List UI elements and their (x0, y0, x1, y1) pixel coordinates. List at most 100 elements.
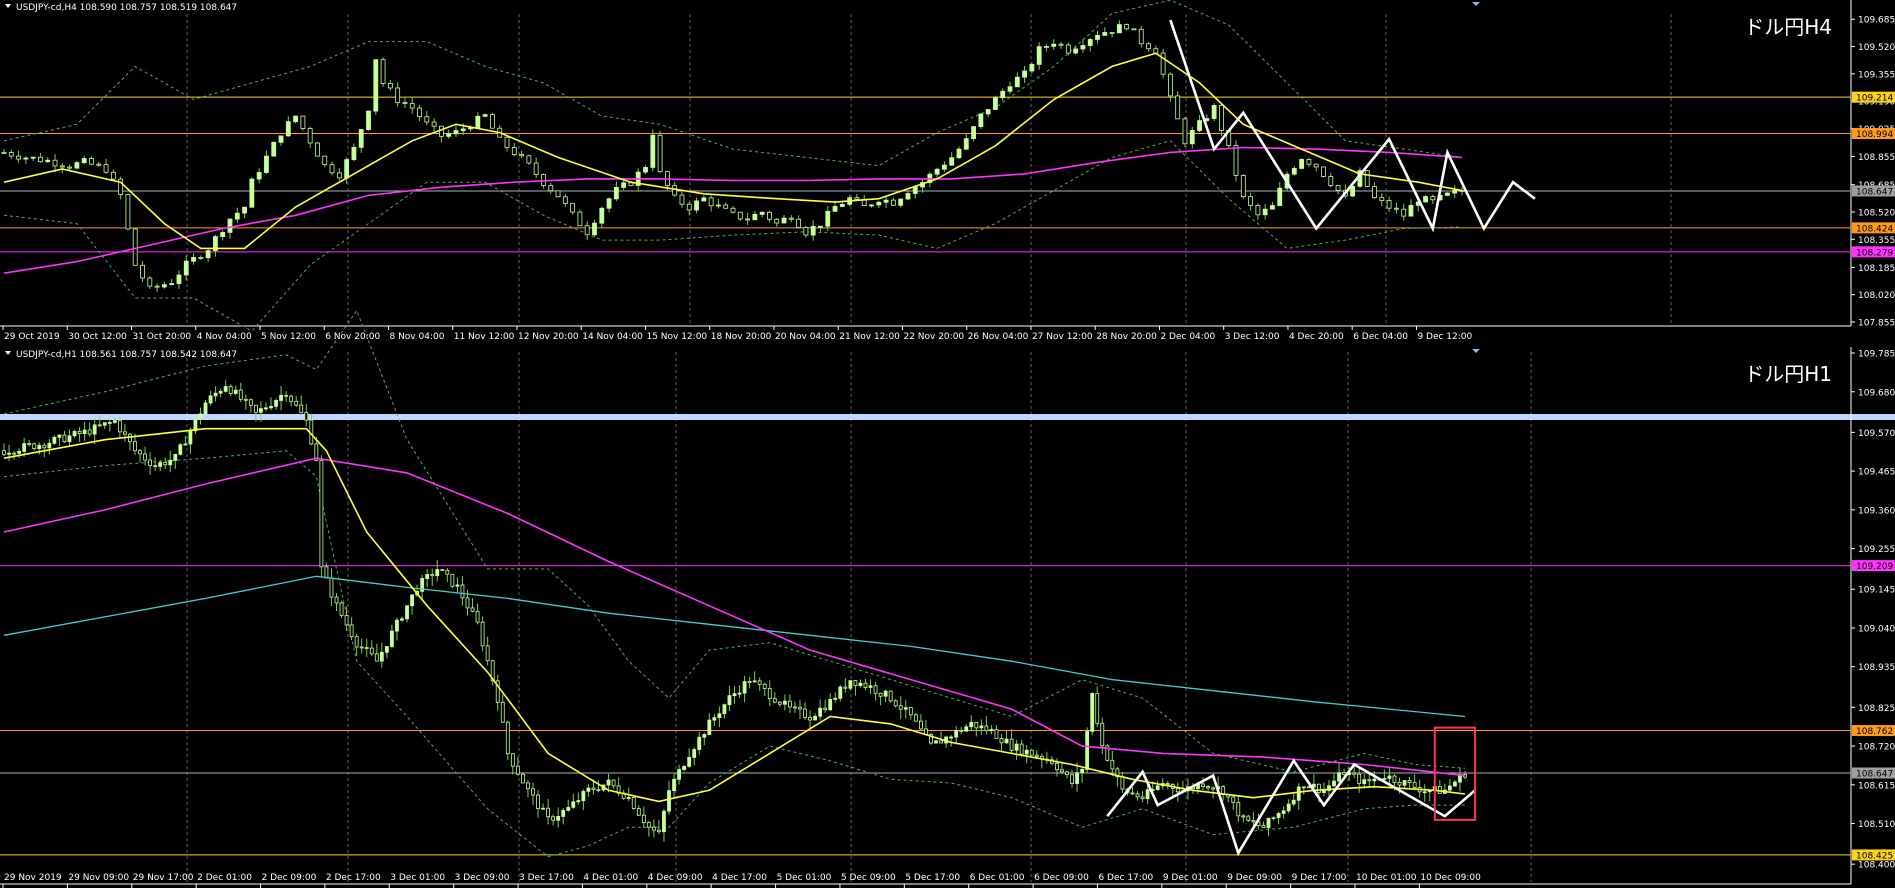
candle-body (657, 134, 663, 173)
candle-body (1233, 145, 1239, 176)
candle-body (358, 129, 364, 148)
candle-body (1231, 796, 1236, 803)
candle-body (1060, 769, 1064, 773)
candle-body (1044, 45, 1049, 48)
candle-body (395, 87, 401, 103)
candle-body (238, 389, 243, 400)
y-tick-label: 108.020 (1858, 291, 1895, 301)
candle-body (813, 715, 818, 721)
candle-body (1362, 779, 1367, 784)
candle-body (191, 257, 196, 262)
x-tick-label: 11 Nov 12:00 (454, 332, 515, 342)
candle-body (994, 729, 999, 739)
candle-body (1160, 52, 1166, 75)
symbol-header: USDJPY-cd,H4 108.590 108.757 108.519 108… (16, 3, 237, 13)
candle-body (752, 680, 757, 683)
candle-body (533, 162, 539, 175)
candle-body (72, 430, 77, 437)
candle-body (905, 193, 911, 200)
candle-body (1155, 785, 1160, 790)
candle-body (1095, 34, 1100, 40)
candle-body (1317, 783, 1321, 793)
candle-body (1131, 28, 1137, 31)
y-tick-label: 109.255 (1858, 545, 1895, 555)
candle-body (912, 186, 918, 194)
candle-body (591, 787, 596, 791)
level-tag-label: 108.647 (1856, 769, 1893, 779)
candle-body (52, 436, 57, 444)
candle-body (954, 729, 959, 738)
candle-body (592, 222, 597, 236)
level-tag-label: 109.214 (1856, 94, 1893, 104)
x-tick-label: 3 Dec 09:00 (455, 873, 510, 883)
candle-body (974, 722, 979, 729)
candle-body (289, 395, 294, 402)
candle-body (147, 277, 153, 287)
candle-body (188, 430, 193, 445)
candle-body (677, 769, 681, 780)
candle-body (173, 453, 178, 461)
candle-body (1241, 815, 1246, 818)
candle-body (747, 681, 752, 683)
candle-body (723, 204, 729, 209)
candle-body (730, 207, 736, 213)
candle-body (1364, 170, 1370, 187)
candle-body (1080, 45, 1086, 50)
candle-body (1281, 810, 1286, 814)
candle-body (546, 807, 550, 818)
candle-body (697, 736, 702, 750)
candle-body (334, 596, 339, 604)
candle-body (17, 451, 22, 454)
candle-body (460, 128, 466, 131)
candle-body (178, 444, 183, 455)
candle-body (395, 619, 399, 632)
candle-body (1379, 197, 1385, 201)
candle-body (465, 597, 470, 609)
candle-body (657, 829, 661, 833)
candle-body (1058, 43, 1064, 46)
candle-body (1407, 780, 1412, 783)
candle-body (878, 692, 883, 697)
y-tick-label: 109.360 (1858, 506, 1895, 516)
candle-body (793, 706, 797, 709)
candle-body (752, 213, 758, 221)
x-tick-label: 3 Dec 01:00 (390, 873, 445, 883)
candle-body (1087, 39, 1093, 46)
candle-body (893, 700, 898, 707)
y-tick-label: 109.145 (1858, 586, 1895, 596)
candle-body (1130, 792, 1135, 795)
candle-body (279, 394, 283, 401)
y-tick-label: 107.855 (1858, 319, 1895, 329)
candle-body (519, 154, 524, 157)
candle-body (1120, 776, 1125, 790)
candle-body (956, 148, 962, 159)
candle-body (205, 250, 211, 259)
candle-body (293, 115, 299, 123)
candle-body (692, 749, 697, 758)
candle-body (475, 610, 480, 623)
candle-body (511, 147, 517, 155)
x-tick-label: 6 Nov 20:00 (325, 332, 380, 342)
candle-body (682, 766, 687, 770)
candle-body (264, 155, 269, 173)
candle-body (339, 602, 344, 616)
candle-body (570, 203, 576, 213)
candle-body (475, 115, 481, 129)
panel-separator[interactable] (0, 414, 1895, 420)
candle-body (832, 206, 838, 212)
candle-body (641, 814, 646, 824)
candle-body (138, 450, 142, 455)
candle-body (939, 740, 943, 744)
candle-body (1246, 815, 1251, 821)
candle-body (259, 408, 263, 413)
candle-body (1367, 779, 1372, 782)
x-tick-label: 10 Dec 01:00 (1356, 873, 1417, 883)
chart-canvas: 109.685109.520109.355109.190109.025108.8… (0, 0, 1895, 888)
candle-body (218, 390, 223, 394)
level-tag-label: 108.647 (1856, 187, 1893, 197)
candle-body (888, 690, 893, 702)
candle-body (1140, 796, 1145, 800)
candle-body (1322, 790, 1326, 793)
candle-body (52, 159, 58, 167)
candle-body (1022, 70, 1027, 78)
